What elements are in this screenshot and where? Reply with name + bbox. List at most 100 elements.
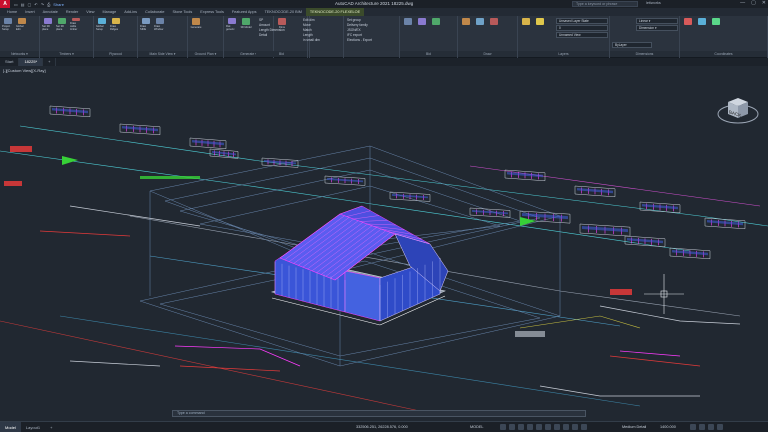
panel-thumbnail[interactable]: [624, 235, 666, 248]
panel-thumbnail[interactable]: [389, 191, 431, 202]
ribbon-tab[interactable]: Stone Tools: [169, 8, 197, 16]
ribbon-tool-button[interactable]: 3D Model: [240, 18, 252, 31]
layout-tab-layout1[interactable]: Layout1: [21, 422, 45, 432]
ribbon-tab[interactable]: Home: [3, 8, 21, 16]
add-layout-button[interactable]: +: [45, 422, 57, 432]
viewcube[interactable]: BACK: [716, 90, 760, 134]
ribbon-tab[interactable]: Express Tools: [196, 8, 228, 16]
scale-readout[interactable]: 1400.000: [660, 425, 676, 429]
share-button[interactable]: Share: [53, 2, 64, 7]
draw-tool[interactable]: [460, 18, 472, 31]
otrack-toggle-icon[interactable]: [545, 424, 551, 430]
file-tab-current[interactable]: 18225*: [19, 58, 44, 66]
ribbon-tab[interactable]: Insert: [21, 8, 39, 16]
panel-thumbnail[interactable]: [261, 157, 299, 168]
ribbon-item-detail[interactable]: Detail: [259, 33, 285, 38]
ribbon-tab[interactable]: Featured Apps: [228, 8, 261, 16]
ortho-toggle-icon[interactable]: [518, 424, 524, 430]
ribbon-tool-button[interactable]: Draw SIDE: [140, 18, 152, 31]
undo-icon[interactable]: ↶: [34, 2, 37, 7]
ribbon-tab[interactable]: Render: [62, 8, 82, 16]
command-line[interactable]: Type a command: [172, 410, 586, 417]
viewport-controls-label[interactable]: [-][Custom View][X-Ray]: [3, 68, 46, 73]
world-ucs-tool[interactable]: [696, 18, 708, 31]
ribbon-item-elections-export[interactable]: Elections - Export: [347, 38, 372, 43]
detail-level[interactable]: Medium Detail: [622, 425, 646, 429]
command-input[interactable]: Type a command: [177, 411, 205, 415]
user-account[interactable]: letiworks: [646, 1, 661, 5]
current-layer-combo[interactable]: 0: [556, 25, 608, 31]
snap-toggle-icon[interactable]: [509, 424, 515, 430]
annotation-scale-icon[interactable]: [581, 424, 587, 430]
ribbon-tool-button[interactable]: Draw Ridges: [110, 18, 122, 31]
dimension-style-combo[interactable]: Dimension ▾: [636, 25, 678, 31]
ribbon-tab[interactable]: View: [82, 8, 98, 16]
layout-tab-model[interactable]: Model: [0, 421, 21, 432]
panel-thumbnail[interactable]: [704, 217, 746, 230]
drawing-viewport[interactable]: [-][Custom View][X-Ray] BACK: [0, 66, 768, 421]
panel-thumbnail[interactable]: [119, 123, 161, 136]
ribbon-tool-button[interactable]: Project Setup: [2, 18, 14, 31]
panel-thumbnail[interactable]: [469, 207, 511, 218]
grid-toggle-icon[interactable]: [500, 424, 506, 430]
panel-thumbnail[interactable]: [189, 137, 227, 150]
ribbon-tab[interactable]: Manage: [98, 8, 120, 16]
modify-tool[interactable]: [474, 18, 486, 31]
panel-thumbnail[interactable]: [574, 185, 616, 198]
ribbon-tool-button[interactable]: Flat generic: [226, 18, 238, 31]
linear-combo[interactable]: Linear ▾: [636, 18, 678, 24]
ribbon-tool-button[interactable]: Global Setup: [96, 18, 108, 31]
layer-off-tool[interactable]: [534, 18, 546, 31]
open-icon[interactable]: ▤: [21, 2, 25, 7]
ribbon-tool-button[interactable]: Global Edit: [16, 18, 28, 31]
plot-icon[interactable]: ⎙: [47, 2, 50, 7]
workspace-icon[interactable]: [690, 424, 696, 430]
origin-tool[interactable]: [710, 18, 722, 31]
ribbon-tab[interactable]: TEKNOCODE-20 FLEXELOE: [305, 8, 365, 16]
coordinate-readout[interactable]: 332506.251, 26228.576, 0.000: [356, 425, 408, 429]
search-input[interactable]: Type a keyword or phrase: [572, 1, 638, 7]
fullscreen-icon[interactable]: [708, 424, 714, 430]
osnap-toggle-icon[interactable]: [536, 424, 542, 430]
maximize-icon[interactable]: ▢: [751, 0, 756, 6]
ribbon-tool-button[interactable]: Generate: [190, 18, 202, 31]
bylayer-combo[interactable]: ByLayer: [612, 42, 652, 48]
file-tab-start[interactable]: Start: [0, 58, 20, 66]
app-logo[interactable]: A: [0, 0, 10, 8]
new-icon[interactable]: ▭: [14, 2, 18, 7]
ribbon-tab[interactable]: TEKNOCODE-20 BIM: [261, 8, 306, 16]
close-icon[interactable]: ✕: [762, 0, 766, 6]
ribbon-item-small-dim[interactable]: in small dim: [303, 38, 320, 43]
panel-thumbnail[interactable]: [324, 175, 366, 186]
layer-properties-tool[interactable]: [520, 18, 532, 31]
bid-tool[interactable]: [402, 18, 414, 31]
status-tool[interactable]: [430, 18, 442, 31]
array-tool[interactable]: [488, 18, 500, 31]
transparency-toggle-icon[interactable]: [563, 424, 569, 430]
minimize-icon[interactable]: —: [740, 0, 745, 6]
layer-state-combo[interactable]: Unsaved Layer State: [556, 18, 608, 24]
panel-thumbnail[interactable]: [639, 201, 681, 214]
ribbon-tool-button[interactable]: Draw Window: [154, 18, 166, 31]
customize-icon[interactable]: [717, 424, 723, 430]
panel-thumbnail[interactable]: [669, 247, 711, 260]
ribbon-tool-button[interactable]: Set 3D plane: [56, 18, 68, 31]
redo-icon[interactable]: ↷: [41, 2, 44, 7]
tools-tool[interactable]: [416, 18, 428, 31]
ribbon-tool-button[interactable]: Draw cable timber: [70, 18, 82, 31]
ucs-tool[interactable]: [682, 18, 694, 31]
panel-thumbnail[interactable]: [49, 105, 91, 118]
isolate-icon[interactable]: [699, 424, 705, 430]
drawing-canvas[interactable]: [0, 66, 768, 421]
model-space-toggle[interactable]: MODEL: [470, 425, 484, 429]
ribbon-tab[interactable]: Collaborate: [141, 8, 168, 16]
ribbon-tab[interactable]: Add-ins: [120, 8, 141, 16]
polar-toggle-icon[interactable]: [527, 424, 533, 430]
save-icon[interactable]: ▢: [28, 2, 32, 7]
ribbon-tab[interactable]: Annotate: [39, 8, 62, 16]
new-tab-button[interactable]: +: [43, 58, 57, 66]
view-combo[interactable]: Unnamed View: [556, 32, 608, 38]
ribbon-tool-button[interactable]: Set 3D plane: [42, 18, 54, 31]
house-model[interactable]: [270, 205, 449, 326]
panel-thumbnail[interactable]: [579, 223, 631, 237]
